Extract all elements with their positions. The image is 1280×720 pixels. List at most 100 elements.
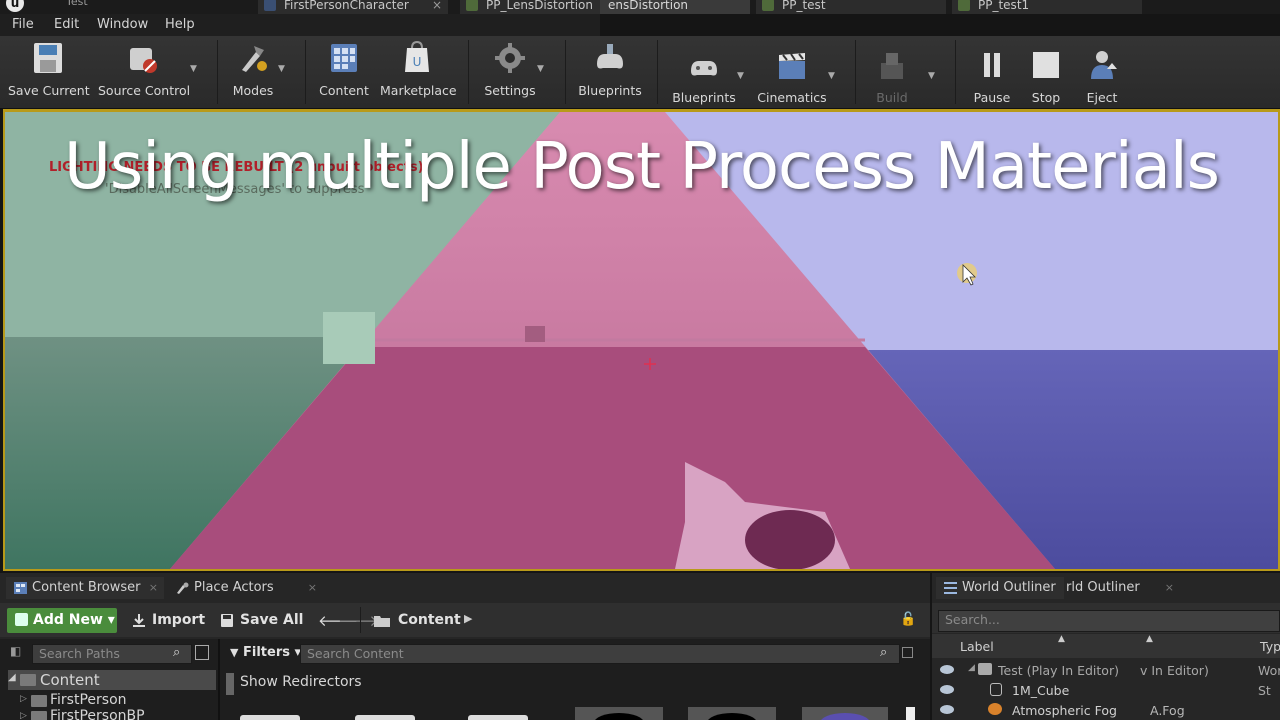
chevron-right-icon[interactable]: ▶ (464, 612, 472, 625)
asset-thumbnail[interactable] (802, 707, 888, 720)
chevron-down-icon[interactable]: ▼ (737, 71, 744, 81)
filters-button[interactable]: ▼ Filters ▾ (228, 640, 301, 665)
level-viewport[interactable]: LIGHTING NEEDS TO BE REBUILT (2 unbuilt … (3, 109, 1280, 571)
blueprint-icon (264, 0, 276, 11)
pause-button[interactable]: Pause (968, 47, 1016, 105)
material-icon (466, 0, 478, 11)
gear-icon (495, 43, 525, 73)
menu-bar: File Edit Window Help (0, 14, 600, 36)
folder-icon (374, 616, 390, 627)
expand-arrow-icon[interactable]: ▷ (20, 694, 27, 704)
tab-firstpersoncharacter[interactable]: FirstPersonCharacter × (258, 0, 448, 14)
column-label[interactable]: Label (960, 639, 994, 654)
stop-icon (1033, 52, 1059, 78)
save-current-button[interactable]: Save Current (8, 40, 90, 98)
lock-icon[interactable]: 🔓 (900, 612, 916, 627)
pause-icon (984, 53, 1000, 77)
sources-toggle-icon[interactable]: ◧ (10, 644, 21, 658)
import-button[interactable]: Import (130, 608, 205, 633)
outliner-search-input[interactable]: Search... (938, 610, 1280, 632)
path-content-button[interactable]: Content (372, 608, 461, 633)
visibility-eye-icon[interactable] (940, 665, 954, 674)
tab-pp-test[interactable]: PP_test (756, 0, 946, 14)
save-search-icon[interactable] (902, 647, 913, 658)
material-icon (762, 0, 774, 11)
tree-item-firstperson[interactable]: FirstPerson (50, 692, 127, 708)
source-control-button[interactable]: Source Control (98, 40, 190, 98)
column-type[interactable]: Typ (1260, 639, 1280, 654)
expand-arrow-icon[interactable]: ◢ (968, 663, 975, 673)
close-icon[interactable]: × (432, 0, 442, 14)
material-icon (958, 0, 970, 11)
place-actors-icon (177, 582, 189, 594)
tab-content-browser[interactable]: Content Browser × (6, 577, 164, 599)
asset-thumbnail[interactable] (468, 715, 528, 720)
asset-thumbnail[interactable] (240, 715, 300, 720)
close-icon[interactable]: × (1165, 577, 1174, 599)
settings-button[interactable]: Settings (482, 40, 538, 98)
search-paths-input[interactable]: Search Paths (32, 644, 192, 664)
chevron-down-icon[interactable]: ▼ (537, 64, 544, 74)
expand-arrow-icon[interactable]: ▷ (20, 711, 27, 720)
stop-button[interactable]: Stop (1024, 47, 1068, 105)
asset-thumbnails (240, 705, 890, 720)
filter-bar-tab[interactable] (226, 673, 234, 695)
scrollbar[interactable] (906, 707, 915, 720)
chevron-down-icon[interactable]: ▼ (928, 71, 935, 81)
title-bar: u Test FirstPersonCharacter × PP_LensDis… (0, 0, 1280, 14)
menu-window[interactable]: Window (97, 17, 148, 32)
tree-item-content[interactable]: Content (40, 671, 100, 689)
asset-thumbnail[interactable] (575, 707, 663, 720)
show-redirectors-filter[interactable]: Show Redirectors (240, 674, 362, 690)
add-new-button[interactable]: Add New ▾ (7, 608, 117, 633)
outliner-row[interactable]: 1M_Cube St (932, 681, 1280, 701)
cinematics-button[interactable]: Cinematics (756, 47, 828, 105)
tab-world-outliner-2[interactable]: rld Outliner × (1042, 577, 1180, 599)
separator (217, 40, 218, 104)
view-options-icon[interactable] (195, 645, 209, 660)
search-content-input[interactable]: Search Content (300, 644, 900, 664)
expand-arrow-icon[interactable]: ◢ (8, 672, 16, 683)
save-all-icon (221, 614, 233, 627)
eject-icon (1091, 51, 1117, 79)
marketplace-icon: U (405, 40, 429, 72)
modes-button[interactable]: Modes (228, 40, 278, 98)
close-icon[interactable]: × (149, 577, 158, 599)
visibility-eye-icon[interactable] (940, 685, 954, 694)
search-icon: ⌕ (880, 645, 888, 660)
asset-thumbnail[interactable] (688, 707, 776, 720)
chevron-down-icon[interactable]: ▼ (828, 71, 835, 81)
splitter[interactable] (218, 639, 220, 720)
add-icon (15, 613, 28, 626)
world-outliner-panel: World Outliner rld Outliner × Search... … (932, 573, 1280, 720)
chevron-down-icon[interactable]: ▼ (190, 64, 197, 74)
chevron-down-icon[interactable]: ▼ (278, 64, 285, 74)
tab-pp-test1[interactable]: PP_test1 (952, 0, 1142, 14)
asset-thumbnail[interactable] (355, 715, 415, 720)
static-mesh-icon (990, 683, 1002, 696)
world-icon (978, 663, 992, 675)
outliner-column-header: Label ▲ ▲ Typ (932, 634, 1280, 658)
menu-help[interactable]: Help (165, 17, 195, 32)
tree-item-firstpersonbp[interactable]: FirstPersonBP (50, 708, 145, 720)
marketplace-button[interactable]: U Marketplace (380, 40, 457, 98)
tab-place-actors[interactable]: Place Actors × (168, 577, 323, 599)
close-icon[interactable]: × (308, 577, 317, 599)
visibility-eye-icon[interactable] (940, 705, 954, 714)
content-button[interactable]: Content (318, 40, 370, 98)
tab-lensdistortion[interactable]: ensDistortion (600, 0, 750, 14)
build-button[interactable]: Build (866, 47, 918, 105)
separator (468, 40, 469, 104)
svg-text:U: U (413, 55, 422, 69)
blueprints-button[interactable]: Blueprints (576, 40, 644, 98)
tab-pp-lensdistortion[interactable]: PP_LensDistortion (460, 0, 610, 14)
blueprints-button-2[interactable]: Blueprints (670, 47, 738, 105)
eject-button[interactable]: Eject (1080, 47, 1124, 105)
outliner-row[interactable]: Atmospheric Fog A.Fog (932, 701, 1280, 720)
import-icon (133, 614, 145, 627)
menu-edit[interactable]: Edit (54, 17, 79, 32)
save-all-button[interactable]: Save All (218, 608, 303, 633)
outliner-row[interactable]: ◢ Test (Play In Editor) v In Editor) Wor (932, 661, 1280, 681)
menu-file[interactable]: File (12, 17, 34, 32)
save-icon (34, 43, 62, 73)
